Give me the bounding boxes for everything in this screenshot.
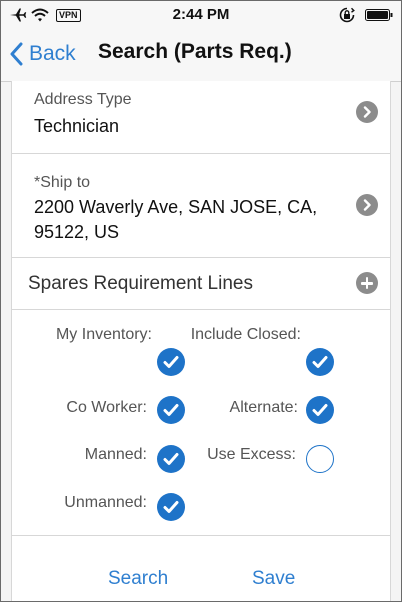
my-inventory-checkbox[interactable]	[157, 348, 185, 376]
battery-icon	[365, 9, 393, 21]
search-form: Address Type Technician *Ship to 2200 Wa…	[11, 81, 391, 601]
alternate-checkbox[interactable]	[306, 396, 334, 424]
include-closed-label: Include Closed:	[190, 326, 301, 343]
chevron-right-icon[interactable]	[356, 101, 378, 123]
footer-actions: Search Save	[12, 535, 390, 601]
section-title: Spares Requirement Lines	[28, 273, 253, 294]
my-inventory-label: My Inventory:	[55, 326, 152, 343]
checkmark-icon	[312, 404, 328, 416]
ship-to-value-line2: 95122, US	[34, 222, 120, 242]
chevron-left-icon	[10, 42, 23, 66]
status-bar: VPN 2:44 PM	[1, 1, 401, 29]
back-button[interactable]: Back	[9, 39, 76, 69]
checkmark-icon	[163, 356, 179, 368]
address-type-value: Technician	[34, 116, 120, 136]
use-excess-checkbox[interactable]	[306, 445, 334, 473]
include-closed-checkbox[interactable]	[306, 348, 334, 376]
checkmark-icon	[163, 501, 179, 513]
checkmark-icon	[312, 356, 328, 368]
save-button[interactable]: Save	[252, 568, 295, 590]
unmanned-label: Unmanned:	[64, 494, 147, 511]
app-frame: VPN 2:44 PM Back Search (Parts Req.) Add…	[0, 0, 402, 602]
address-type-row[interactable]: Address Type Technician	[12, 81, 390, 154]
search-button[interactable]: Search	[108, 568, 168, 590]
back-label: Back	[29, 42, 76, 65]
alternate-label: Alternate:	[229, 399, 298, 416]
page-title: Search (Parts Req.)	[98, 40, 292, 63]
manned-label: Manned:	[84, 446, 147, 463]
ship-to-label: *Ship to	[34, 174, 91, 191]
unmanned-checkbox[interactable]	[157, 493, 185, 521]
ship-to-value-line1: 2200 Waverly Ave, SAN JOSE, CA,	[34, 197, 318, 217]
add-icon[interactable]	[356, 272, 378, 294]
chevron-right-icon[interactable]	[356, 194, 378, 216]
use-excess-label: Use Excess:	[207, 446, 296, 463]
ship-to-row[interactable]: *Ship to 2200 Waverly Ave, SAN JOSE, CA,…	[12, 154, 390, 258]
address-type-label: Address Type	[34, 91, 132, 108]
spares-section-header: Spares Requirement Lines	[12, 257, 390, 310]
orientation-lock-icon	[339, 7, 355, 23]
co-worker-label: Co Worker:	[66, 399, 147, 416]
nav-bar: Back Search (Parts Req.)	[1, 29, 401, 82]
